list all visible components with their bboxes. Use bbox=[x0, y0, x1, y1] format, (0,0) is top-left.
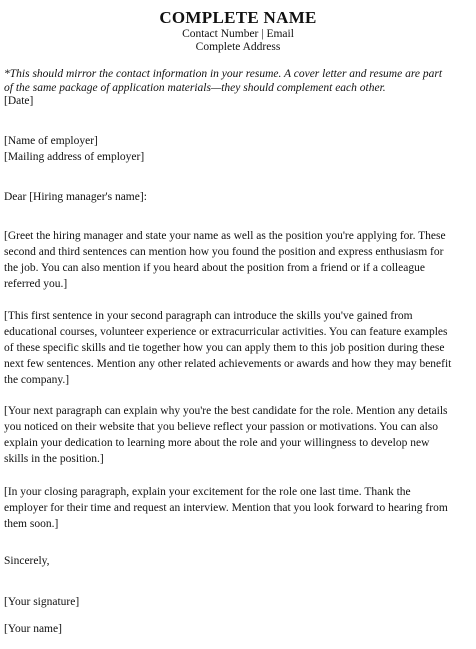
paragraph-line: next few sentences. Mention any other re… bbox=[4, 358, 452, 370]
paragraph-line: them soon.] bbox=[4, 518, 59, 530]
paragraph-line: you noticed on their website that you be… bbox=[4, 421, 439, 433]
salutation-block: Dear [Hiring manager's name]: bbox=[4, 189, 466, 205]
name-block: [Your name] bbox=[4, 621, 466, 637]
paragraph-line: skills in the position.] bbox=[4, 453, 104, 465]
date-field: [Date] bbox=[4, 93, 466, 109]
paragraph-line: [In your closing paragraph, explain your… bbox=[4, 486, 411, 498]
paragraph-intro: [Greet the hiring manager and state your… bbox=[4, 228, 466, 292]
contact-info: Contact Number | Email bbox=[182, 28, 294, 40]
closing-text: Sincerely, bbox=[4, 555, 50, 567]
signature-block: [Your signature] bbox=[4, 594, 466, 610]
employer-block: [Name of employer] [Mailing address of e… bbox=[4, 133, 466, 165]
paragraph-line: second and third sentences can mention h… bbox=[4, 246, 444, 258]
paragraph-line: educational courses, volunteer experienc… bbox=[4, 326, 448, 338]
applicant-name: COMPLETE NAME bbox=[159, 8, 317, 27]
paragraph-fit: [Your next paragraph can explain why you… bbox=[4, 403, 466, 467]
date-text: [Date] bbox=[4, 95, 34, 107]
paragraph-closing: [In your closing paragraph, explain your… bbox=[4, 484, 466, 532]
paragraph-line: [Your next paragraph can explain why you… bbox=[4, 405, 448, 417]
employer-name: [Name of employer] bbox=[4, 135, 98, 147]
paragraph-line: [Greet the hiring manager and state your… bbox=[4, 230, 446, 242]
paragraph-line: explain your dedication to learning more… bbox=[4, 437, 430, 449]
your-name-placeholder: [Your name] bbox=[4, 623, 62, 635]
closing-block: Sincerely, bbox=[4, 553, 466, 569]
employer-address: [Mailing address of employer] bbox=[4, 151, 145, 163]
salutation: Dear [Hiring manager's name]: bbox=[4, 191, 147, 203]
paragraph-skills: [This first sentence in your second para… bbox=[4, 308, 466, 388]
paragraph-line: of these specific skills and tie togethe… bbox=[4, 342, 445, 354]
signature-placeholder: [Your signature] bbox=[4, 596, 80, 608]
note-line: *This should mirror the contact informat… bbox=[4, 68, 443, 80]
paragraph-line: the job. You can also mention if you hea… bbox=[4, 262, 425, 274]
letter-header: COMPLETE NAME Contact Number | Email Com… bbox=[0, 8, 476, 54]
paragraph-line: referred you.] bbox=[4, 278, 68, 290]
paragraph-line: the company.] bbox=[4, 374, 70, 386]
paragraph-line: employer for their time and request an i… bbox=[4, 502, 448, 514]
contact-note: *This should mirror the contact informat… bbox=[4, 67, 466, 95]
paragraph-line: [This first sentence in your second para… bbox=[4, 310, 413, 322]
cover-letter-page: COMPLETE NAME Contact Number | Email Com… bbox=[0, 0, 476, 649]
applicant-address: Complete Address bbox=[195, 41, 281, 53]
